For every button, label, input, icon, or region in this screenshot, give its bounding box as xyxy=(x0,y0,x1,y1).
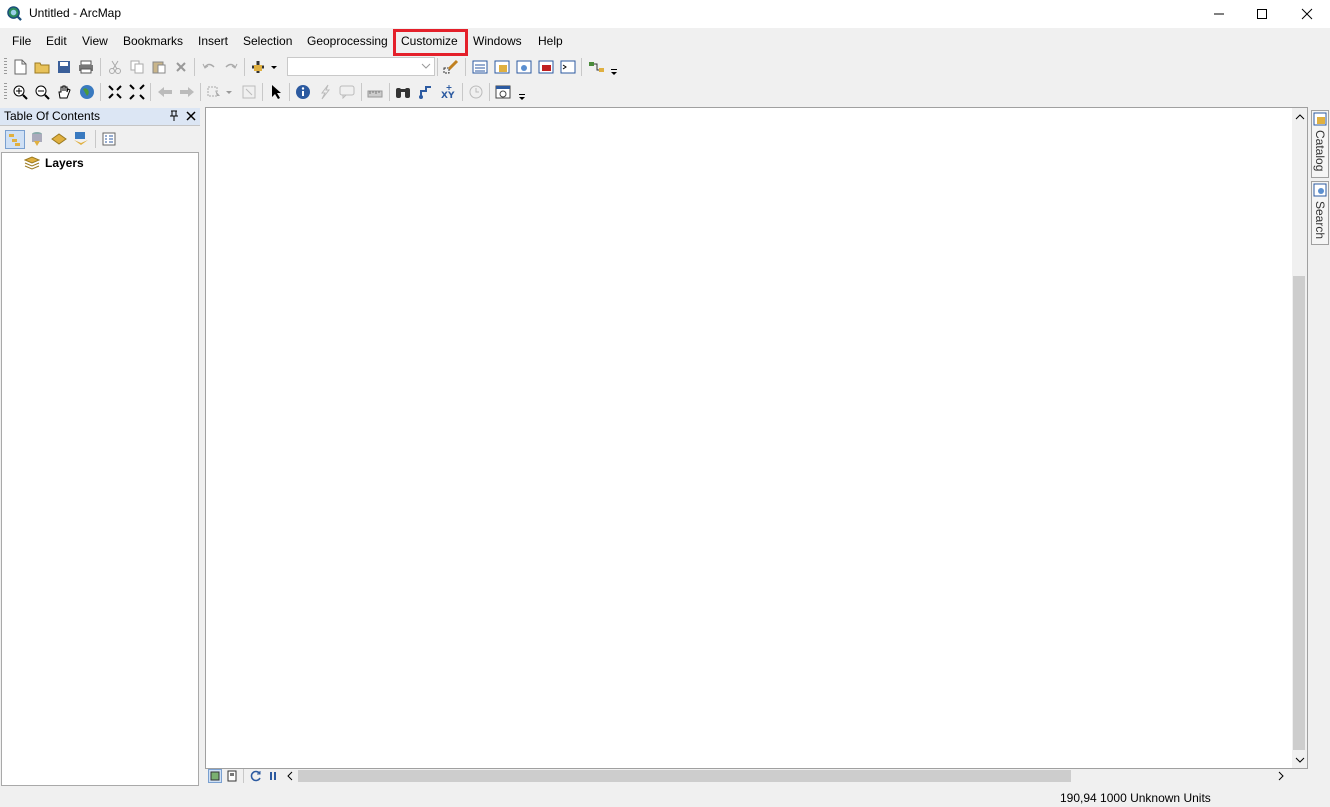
create-viewer-window-icon[interactable] xyxy=(495,84,511,100)
data-view-icon[interactable] xyxy=(208,769,222,783)
scroll-up-icon[interactable] xyxy=(1295,113,1305,121)
forward-icon[interactable] xyxy=(179,84,195,100)
toolbar-options-icon[interactable] xyxy=(517,88,527,104)
menu-geoprocessing[interactable]: Geoprocessing xyxy=(307,34,388,48)
menu-bookmarks[interactable]: Bookmarks xyxy=(123,34,183,48)
cut-icon[interactable] xyxy=(107,59,123,75)
add-data-icon[interactable] xyxy=(251,59,279,75)
menu-windows[interactable]: Windows xyxy=(473,34,522,48)
maximize-button[interactable] xyxy=(1239,0,1285,28)
toolbar-options-icon[interactable] xyxy=(609,63,619,79)
catalog-icon xyxy=(1313,112,1327,126)
close-button[interactable] xyxy=(1284,0,1330,28)
undo-icon[interactable] xyxy=(201,59,217,75)
horizontal-scroll-thumb[interactable] xyxy=(298,770,1071,782)
menu-view[interactable]: View xyxy=(82,34,108,48)
minimize-icon xyxy=(1214,13,1224,15)
identify-icon[interactable] xyxy=(295,84,311,100)
zoom-out-icon[interactable] xyxy=(34,84,50,100)
measure-icon[interactable] xyxy=(367,84,383,100)
list-by-visibility-icon[interactable] xyxy=(51,131,67,147)
go-to-xy-icon[interactable]: XY xyxy=(440,84,456,100)
print-icon[interactable] xyxy=(78,59,94,75)
toolbar-grip[interactable] xyxy=(4,58,7,76)
catalog-tab-label: Catalog xyxy=(1313,130,1327,172)
status-units: 1000 Unknown Units xyxy=(1100,791,1211,805)
scroll-down-icon[interactable] xyxy=(1295,756,1305,764)
map-scale-combo[interactable] xyxy=(287,57,435,76)
status-coordinates: 190,94 xyxy=(1060,791,1097,805)
maximize-icon xyxy=(1257,9,1267,19)
menu-bar: File Edit View Bookmarks Insert Selectio… xyxy=(0,30,1330,52)
menu-selection[interactable]: Selection xyxy=(243,34,292,48)
time-slider-icon[interactable] xyxy=(468,84,484,100)
minimize-button[interactable] xyxy=(1196,0,1242,28)
menu-insert[interactable]: Insert xyxy=(198,34,228,48)
map-canvas[interactable] xyxy=(205,107,1308,769)
toc-title: Table Of Contents xyxy=(4,109,101,123)
close-icon[interactable] xyxy=(186,111,196,121)
list-by-source-icon[interactable] xyxy=(29,131,45,147)
paste-icon[interactable] xyxy=(151,59,167,75)
menu-edit[interactable]: Edit xyxy=(46,34,67,48)
hyperlink-icon[interactable] xyxy=(317,84,333,100)
toc-panel xyxy=(1,152,199,786)
search-window-icon[interactable] xyxy=(516,59,532,75)
fixed-zoom-in-icon[interactable] xyxy=(107,84,123,100)
list-by-selection-icon[interactable] xyxy=(73,131,89,147)
save-icon[interactable] xyxy=(56,59,72,75)
open-folder-icon[interactable] xyxy=(34,59,50,75)
toc-header: Table Of Contents xyxy=(0,108,200,126)
search-icon xyxy=(1313,183,1327,197)
window-title: Untitled - ArcMap xyxy=(29,6,122,20)
chevron-down-icon xyxy=(421,63,431,69)
table-of-contents-icon[interactable] xyxy=(472,59,488,75)
html-popup-icon[interactable] xyxy=(339,84,355,100)
clear-selection-icon[interactable] xyxy=(241,84,257,100)
options-icon[interactable] xyxy=(101,131,117,147)
close-icon xyxy=(1301,8,1313,20)
arcmap-globe-icon xyxy=(7,6,22,21)
menu-file[interactable]: File xyxy=(12,34,31,48)
layers-root-label[interactable]: Layers xyxy=(45,156,84,170)
select-features-icon[interactable] xyxy=(207,84,233,100)
select-elements-icon[interactable] xyxy=(268,84,284,100)
python-icon[interactable] xyxy=(560,59,576,75)
catalog-window-icon[interactable] xyxy=(494,59,510,75)
copy-icon[interactable] xyxy=(129,59,145,75)
find-icon[interactable] xyxy=(395,84,411,100)
zoom-in-icon[interactable] xyxy=(12,84,28,100)
status-bar-text: 190,94 1000 Unknown Units xyxy=(1060,791,1211,805)
pause-drawing-icon[interactable] xyxy=(266,769,280,783)
delete-icon[interactable] xyxy=(173,59,189,75)
model-builder-icon[interactable] xyxy=(588,59,604,75)
scroll-right-icon[interactable] xyxy=(1277,771,1285,781)
editor-icon[interactable] xyxy=(443,59,459,75)
menu-help[interactable]: Help xyxy=(538,34,563,48)
title-bar xyxy=(0,0,1330,28)
redo-icon[interactable] xyxy=(223,59,239,75)
scroll-left-icon[interactable] xyxy=(286,771,294,781)
svg-text:XY: XY xyxy=(441,91,455,100)
toolbar-grip[interactable] xyxy=(4,83,7,101)
back-icon[interactable] xyxy=(157,84,173,100)
fixed-zoom-out-icon[interactable] xyxy=(129,84,145,100)
customize-highlight-box xyxy=(393,29,468,56)
find-route-icon[interactable] xyxy=(418,84,434,100)
search-tab-label: Search xyxy=(1313,201,1327,240)
layout-view-icon[interactable] xyxy=(225,769,239,783)
pin-icon[interactable] xyxy=(169,110,179,122)
list-by-drawing-order-icon[interactable] xyxy=(5,130,25,149)
refresh-icon[interactable] xyxy=(249,769,263,783)
arctoolbox-icon[interactable] xyxy=(538,59,554,75)
new-document-icon[interactable] xyxy=(12,59,28,75)
pan-icon[interactable] xyxy=(56,84,72,100)
layers-icon xyxy=(24,156,40,170)
full-extent-icon[interactable] xyxy=(79,84,95,100)
vertical-scroll-thumb[interactable] xyxy=(1293,276,1305,750)
